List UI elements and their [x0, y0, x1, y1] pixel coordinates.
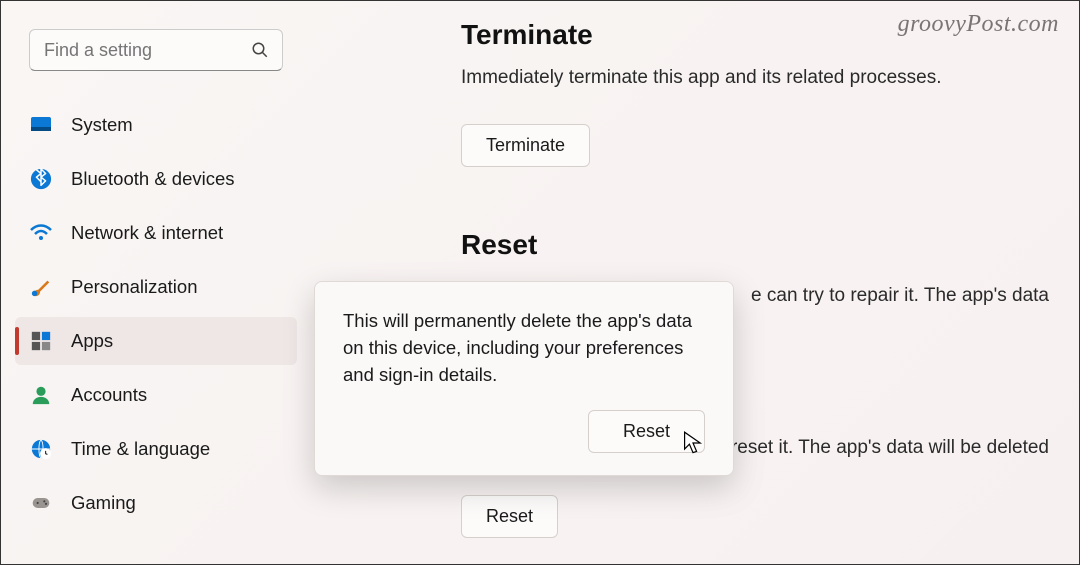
search-icon: [251, 41, 269, 59]
sidebar-item-label: Time & language: [71, 438, 210, 460]
sidebar-item-apps[interactable]: Apps: [15, 317, 297, 365]
reset-description-fragment: t, reset it. The app's data will be dele…: [715, 435, 1049, 462]
sidebar-item-bluetooth[interactable]: Bluetooth & devices: [15, 155, 297, 203]
sidebar-item-label: Bluetooth & devices: [71, 168, 235, 190]
reset-heading: Reset: [461, 229, 1049, 261]
popup-reset-button[interactable]: Reset: [588, 410, 705, 453]
sidebar-item-label: Personalization: [71, 276, 198, 298]
sidebar-item-label: Network & internet: [71, 222, 223, 244]
wifi-icon: [29, 221, 53, 245]
brush-icon: [29, 275, 53, 299]
terminate-button[interactable]: Terminate: [461, 124, 590, 167]
sidebar-item-system[interactable]: System: [15, 101, 297, 149]
sidebar-item-accounts[interactable]: Accounts: [15, 371, 297, 419]
search-input[interactable]: [29, 29, 283, 71]
globe-clock-icon: [29, 437, 53, 461]
nav-list: System Bluetooth & devices Network & int…: [1, 89, 311, 527]
gamepad-icon: [29, 491, 53, 515]
sidebar-item-personalization[interactable]: Personalization: [15, 263, 297, 311]
sidebar: System Bluetooth & devices Network & int…: [1, 1, 311, 564]
reset-section: Reset e can try to repair it. The app's …: [461, 229, 1049, 261]
repair-description-fragment: e can try to repair it. The app's data: [751, 283, 1049, 310]
reset-confirm-popup: This will permanently delete the app's d…: [314, 281, 734, 476]
apps-icon: [29, 329, 53, 353]
terminate-heading: Terminate: [461, 19, 1049, 51]
sidebar-item-time-language[interactable]: Time & language: [15, 425, 297, 473]
terminate-description: Immediately terminate this app and its r…: [461, 65, 1049, 92]
sidebar-item-label: System: [71, 114, 133, 136]
sidebar-item-label: Apps: [71, 330, 113, 352]
sidebar-item-label: Gaming: [71, 492, 136, 514]
reset-button[interactable]: Reset: [461, 495, 558, 538]
popup-message: This will permanently delete the app's d…: [343, 308, 705, 388]
sidebar-item-network[interactable]: Network & internet: [15, 209, 297, 257]
sidebar-item-label: Accounts: [71, 384, 147, 406]
search-container: [29, 29, 283, 71]
terminate-section: Terminate Immediately terminate this app…: [461, 19, 1049, 167]
accounts-icon: [29, 383, 53, 407]
system-icon: [29, 113, 53, 137]
sidebar-item-gaming[interactable]: Gaming: [15, 479, 297, 527]
bluetooth-icon: [29, 167, 53, 191]
